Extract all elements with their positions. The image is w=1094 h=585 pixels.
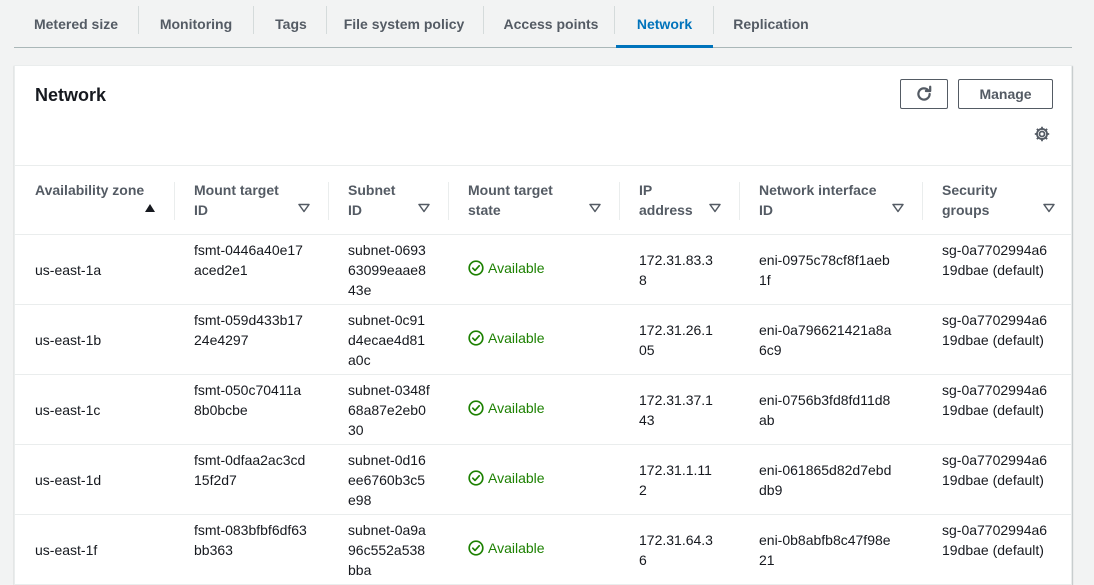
column-divider [922,182,923,220]
table-header: Availability zone Mount target ID Subnet… [15,165,1071,235]
status-available: Available [468,540,545,556]
mount-target-state-label: Available [488,400,545,416]
subnet-id-cell: subnet-069363099eaae843e [348,242,426,298]
tab-access-points[interactable]: Access points [489,0,613,47]
sort-caret-icon[interactable] [418,203,430,213]
table-row: us-east-1a fsmt-0446a40e17aced2e1 subnet… [15,235,1071,305]
network-interface-id-cell: eni-0a796621421a8a6c9 [759,322,892,358]
network-interface-id-cell: eni-0b8abfb8c47f98e21 [759,532,891,568]
mount-target-state-label: Available [488,330,545,346]
mount-target-id-cell: fsmt-0446a40e17aced2e1 [194,242,303,278]
mount-target-state-label: Available [488,540,545,556]
subnet-id-cell: subnet-0a9a96c552a538bba [348,522,426,578]
table-row: us-east-1d fsmt-0dfaa2ac3cd15f2d7 subnet… [15,445,1071,515]
sort-caret-icon[interactable] [1043,203,1055,213]
table-row: us-east-1b fsmt-059d433b1724e4297 subnet… [15,305,1071,375]
security-groups-cell: sg-0a7702994a619dbae (default) [942,242,1048,278]
check-circle-icon [468,330,484,346]
tab-divider [713,6,714,34]
tab-divider [326,6,327,34]
mount-target-id-cell: fsmt-050c70411a8b0bcbe [194,382,302,418]
check-circle-icon [468,470,484,486]
column-header-ip-address[interactable]: IP address [639,180,699,220]
column-header-mount-target-state[interactable]: Mount target state [468,180,568,220]
sort-ascending-icon[interactable] [144,203,156,213]
security-groups-cell: sg-0a7702994a619dbae (default) [942,452,1048,488]
tab-replication[interactable]: Replication [719,0,823,47]
column-divider [448,182,449,220]
column-header-mount-target-id[interactable]: Mount target ID [194,180,294,220]
sort-caret-icon[interactable] [709,203,721,213]
mount-target-state-label: Available [488,470,545,486]
network-interface-id-cell: eni-061865d82d7ebddb9 [759,462,892,498]
ip-address-cell: 172.31.83.38 [639,252,713,288]
availability-zone-cell: us-east-1d [35,472,102,488]
sort-caret-icon[interactable] [589,203,601,213]
status-available: Available [468,470,545,486]
check-circle-icon [468,260,484,276]
tab-network[interactable]: Network [616,0,713,48]
tab-divider [614,6,615,34]
status-available: Available [468,400,545,416]
sort-caret-icon[interactable] [298,203,310,213]
network-interface-id-cell: eni-0975c78cf8f1aeb1f [759,252,890,288]
tab-divider [483,6,484,34]
network-interface-id-cell: eni-0756b3fd8fd11d8ab [759,392,891,428]
security-groups-cell: sg-0a7702994a619dbae (default) [942,522,1048,558]
tab-divider [253,6,254,34]
subnet-id-cell: subnet-0d16ee6760b3c5e98 [348,452,426,508]
ip-address-cell: 172.31.26.105 [639,322,713,358]
column-divider [174,182,175,220]
availability-zone-cell: us-east-1a [35,262,102,278]
status-available: Available [468,260,545,276]
network-panel: Network Manage Availability zone Mount t… [14,65,1072,585]
tab-bar: Metered size Monitoring Tags File system… [14,0,1072,48]
availability-zone-cell: us-east-1b [35,332,102,348]
panel-title: Network [35,85,107,105]
table-row: us-east-1c fsmt-050c70411a8b0bcbe subnet… [15,375,1071,445]
gear-icon[interactable] [1033,125,1051,143]
refresh-icon [917,85,932,101]
check-circle-icon [468,540,484,556]
manage-button[interactable]: Manage [958,79,1053,109]
column-divider [619,182,620,220]
tab-tags[interactable]: Tags [259,0,323,47]
check-circle-icon [468,400,484,416]
ip-address-cell: 172.31.64.36 [639,532,713,568]
subnet-id-cell: subnet-0c91d4ecae4d81a0c [348,312,426,368]
mount-target-id-cell: fsmt-083bfbf6df63bb363 [194,522,307,558]
tab-divider [138,6,139,34]
availability-zone-cell: us-east-1c [35,402,101,418]
tab-monitoring[interactable]: Monitoring [144,0,248,47]
ip-address-cell: 172.31.1.112 [639,462,712,498]
column-header-network-interface-id[interactable]: Network interface ID [759,180,889,220]
column-header-subnet-id[interactable]: Subnet ID [348,180,408,220]
tab-file-system-policy[interactable]: File system policy [332,0,476,47]
sort-caret-icon[interactable] [892,203,904,213]
column-header-security-groups[interactable]: Security groups [942,180,1012,220]
mount-target-state-label: Available [488,260,545,276]
ip-address-cell: 172.31.37.143 [639,392,713,428]
subnet-id-cell: subnet-0348f68a87e2eb030 [348,382,430,438]
table-row: us-east-1f fsmt-083bfbf6df63bb363 subnet… [15,515,1071,585]
column-divider [739,182,740,220]
column-divider [328,182,329,220]
tab-metered-size[interactable]: Metered size [20,0,132,47]
security-groups-cell: sg-0a7702994a619dbae (default) [942,382,1048,418]
mount-target-id-cell: fsmt-0dfaa2ac3cd15f2d7 [194,452,306,488]
column-header-availability-zone[interactable]: Availability zone [35,180,145,200]
status-available: Available [468,330,545,346]
refresh-button[interactable] [900,79,948,109]
mount-target-id-cell: fsmt-059d433b1724e4297 [194,312,303,348]
availability-zone-cell: us-east-1f [35,542,98,558]
security-groups-cell: sg-0a7702994a619dbae (default) [942,312,1048,348]
